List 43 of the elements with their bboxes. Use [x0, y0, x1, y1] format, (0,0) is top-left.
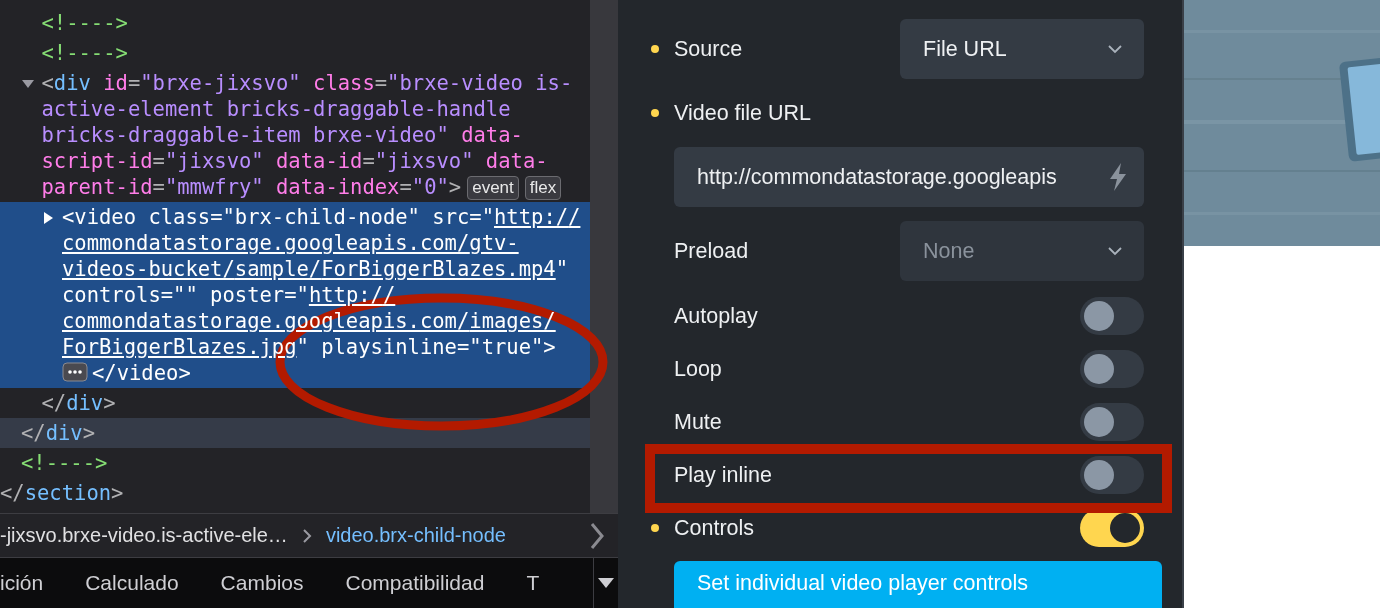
badge[interactable]: flex: [524, 176, 562, 200]
breadcrumb-item[interactable]: video.brx-child-node: [325, 524, 506, 547]
field-label: Preload: [674, 238, 749, 264]
chevron-down-icon: [1108, 44, 1122, 54]
panel-tab[interactable]: Compatibilidad: [345, 571, 485, 595]
comment-line: <!---->: [41, 41, 128, 65]
breadcrumb-item[interactable]: -jixsvo.brxe-video.is-active-ele…: [0, 524, 288, 547]
panel-tab[interactable]: T: [526, 571, 540, 595]
caret-right-icon[interactable]: [41, 211, 55, 225]
comment-line: <!---->: [41, 11, 128, 35]
toggle-switch[interactable]: [1080, 403, 1144, 441]
lightning-icon[interactable]: [1108, 162, 1128, 192]
code-line: </section>: [0, 481, 124, 505]
chevron-down-icon: [1108, 246, 1122, 256]
chevron-right-icon[interactable]: [590, 521, 604, 550]
code-line: <div id="brxe-jixsvo" class="brxe-video is-active-element bricks-draggable-handle bricks-draggable-item brxe-video" data-script-id="jixsvo" data-id="jixsvo" data-parent-id="mmwfry" data-index="0"> event flex: [41, 71, 573, 199]
field-label: Mute: [674, 409, 722, 435]
field-label: Controls: [674, 515, 755, 541]
code-line: </video>: [92, 361, 191, 385]
selected-row[interactable]: [0, 202, 590, 388]
field-label: Source: [674, 36, 743, 62]
toggle-switch[interactable]: [1080, 350, 1144, 388]
field-label: Autoplay: [674, 303, 758, 329]
toggle-switch[interactable]: [1080, 297, 1144, 335]
input-field[interactable]: http://commondatastorage.googleapis: [674, 147, 1144, 207]
scrollbar[interactable]: [590, 0, 618, 513]
panel-tab[interactable]: Calculado: [85, 571, 179, 595]
comment-line: <!---->: [21, 451, 108, 475]
field-label: Play inline: [674, 462, 772, 488]
field-label: Video file URL: [674, 100, 812, 126]
select-field[interactable]: None: [900, 221, 1144, 281]
dropdown-icon[interactable]: [597, 577, 615, 589]
hovered-row[interactable]: </div>: [0, 418, 590, 448]
code-line: </div>: [21, 421, 96, 445]
select-field[interactable]: File URL: [900, 19, 1144, 79]
toggle-switch[interactable]: [1080, 456, 1144, 494]
chevron-right-icon: [301, 527, 312, 544]
badge[interactable]: event: [467, 176, 519, 200]
ellipsis-icon[interactable]: [62, 362, 88, 382]
field-label: Loop: [674, 356, 722, 382]
panel-tab[interactable]: Cambios: [220, 571, 304, 595]
code-line: </div>: [41, 391, 116, 415]
panel-tab[interactable]: ición: [0, 571, 44, 595]
